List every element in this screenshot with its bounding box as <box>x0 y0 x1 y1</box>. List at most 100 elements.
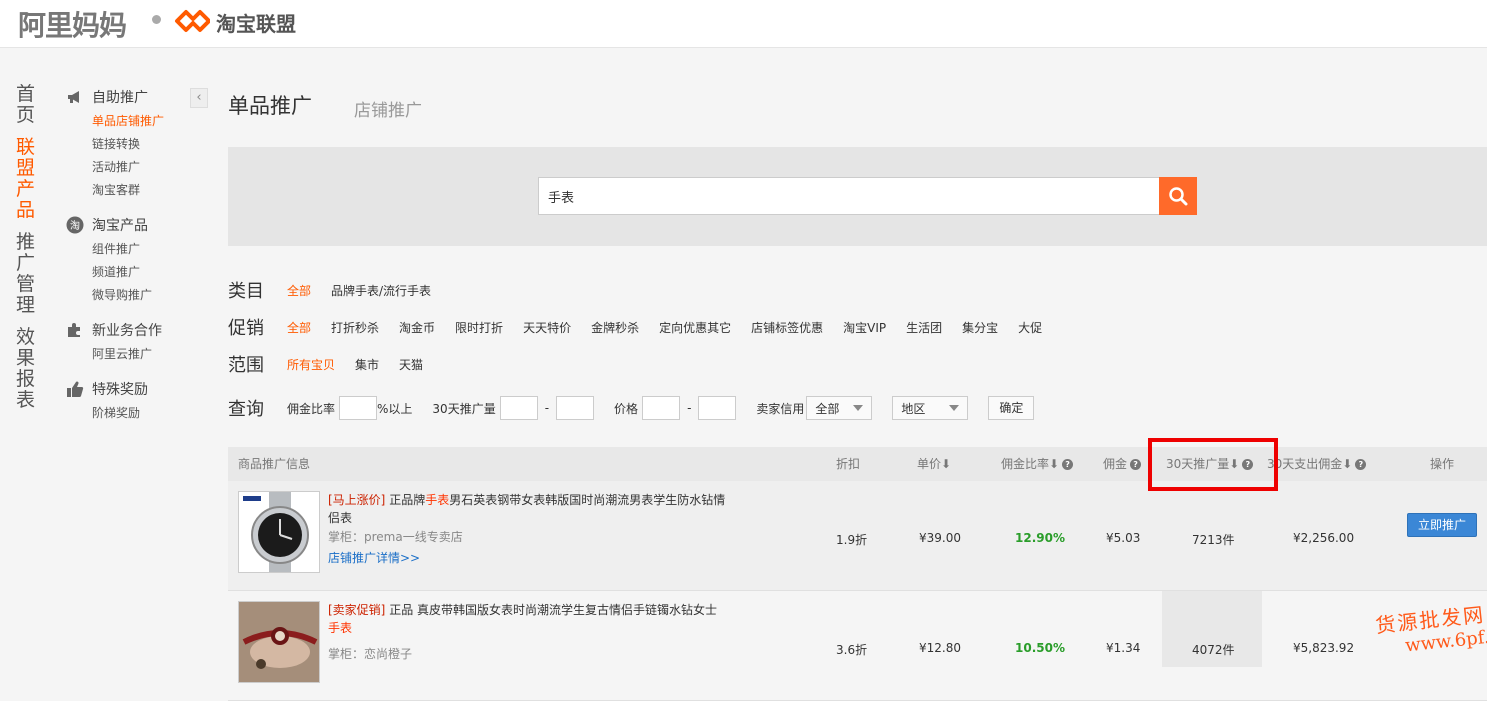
secondary-nav: 自助推广 单品店铺推广 链接转换 活动推广 淘宝客群 淘 淘宝产品 组件推广 频… <box>66 84 206 435</box>
filter-label: 范围 <box>228 355 264 376</box>
product-title[interactable]: [卖家促销] 正品 真皮带韩国版女表时尚潮流学生复古情侣手链镯水钻女士手表 <box>328 601 728 637</box>
nav-union-products[interactable]: 联盟产品 <box>16 137 38 221</box>
primary-nav: 首页 联盟产品 推广管理 效果报表 <box>16 84 40 422</box>
filter-option[interactable]: 店铺标签优惠 <box>751 319 823 336</box>
filter-option[interactable]: 天天特价 <box>523 319 571 336</box>
help-icon[interactable]: ? <box>1130 458 1142 470</box>
col-30day-spend[interactable]: 30天支出佣金⬇? <box>1267 447 1367 481</box>
sales-max-input[interactable] <box>556 396 595 420</box>
filter-category-row: 类目 全部 品牌手表/流行手表 <box>228 276 451 304</box>
sidebar-item-taoke-group[interactable]: 淘宝客群 <box>66 179 206 202</box>
commission-rate-label: 佣金比率 <box>287 401 336 416</box>
shop-promo-details-link[interactable]: 店铺推广详情>> <box>328 549 420 566</box>
sales-value: 4072件 <box>1192 643 1235 657</box>
tab-single-promo[interactable]: 单品推广 <box>228 90 312 120</box>
shop-name[interactable]: 掌柜：prema一线专卖店 <box>328 528 463 545</box>
search-panel <box>228 147 1487 246</box>
sidebar-item-tier-reward[interactable]: 阶梯奖励 <box>66 402 206 425</box>
sidebar-item-single-shop-promo[interactable]: 单品店铺推广 <box>66 110 206 133</box>
sidebar-item-widget-promo[interactable]: 组件推广 <box>66 238 206 261</box>
filter-option[interactable]: 品牌手表/流行手表 <box>331 282 431 299</box>
filter-option[interactable]: 所有宝贝 <box>287 356 335 373</box>
filter-option[interactable]: 金牌秒杀 <box>591 319 639 336</box>
filter-option[interactable]: 限时打折 <box>455 319 503 336</box>
nav-group-title: 特殊奖励 <box>92 382 148 398</box>
nav-group-title: 淘宝产品 <box>92 218 148 234</box>
sidebar-item-activity-promo[interactable]: 活动推广 <box>66 156 206 179</box>
discount-value: 1.9折 <box>836 533 868 547</box>
thumbs-up-icon <box>66 380 84 398</box>
col-info: 商品推广信息 <box>238 457 311 471</box>
filter-option[interactable]: 淘宝VIP <box>843 319 886 336</box>
filter-label: 查询 <box>228 399 264 420</box>
price-value: ¥39.00 <box>919 531 961 545</box>
filter-query-row: 查询 佣金比率 %以上 30天推广量 - 价格 - 卖家信用 全部 地区 确定 <box>228 394 1035 422</box>
chevron-down-icon <box>949 405 960 411</box>
collapse-sidebar-button[interactable]: ‹ <box>190 88 208 108</box>
confirm-button[interactable]: 确定 <box>988 396 1035 420</box>
filter-option[interactable]: 生活团 <box>906 319 942 336</box>
price-min-input[interactable] <box>642 396 681 420</box>
filter-option[interactable]: 大促 <box>1018 319 1042 336</box>
table-row: [马上涨价] 正品牌手表男石英表钢带女表韩版国时尚潮流男表学生防水钻情侣表 掌柜… <box>228 481 1487 591</box>
puzzle-icon <box>66 321 84 339</box>
nav-home[interactable]: 首页 <box>16 84 38 126</box>
filter-option[interactable]: 天猫 <box>399 356 423 373</box>
help-icon[interactable]: ? <box>1355 458 1367 470</box>
commission-rate-input[interactable] <box>339 396 378 420</box>
product-title[interactable]: [马上涨价] 正品牌手表男石英表钢带女表韩版国时尚潮流男表学生防水钻情侣表 <box>328 491 728 527</box>
price-value: ¥12.80 <box>919 641 961 655</box>
sidebar-item-micro-guide[interactable]: 微导购推广 <box>66 284 206 307</box>
search-input[interactable] <box>538 177 1160 215</box>
seller-credit-select[interactable]: 全部 <box>806 396 873 420</box>
discount-value: 3.6折 <box>836 643 868 657</box>
commission-value: ¥1.34 <box>1106 641 1141 655</box>
filter-option[interactable]: 全部 <box>287 282 311 299</box>
filter-option[interactable]: 集分宝 <box>962 319 998 336</box>
nav-group-new-business: 新业务合作 阿里云推广 <box>66 317 206 366</box>
taobao-union-logo-icon <box>175 10 210 32</box>
filter-option[interactable]: 定向优惠其它 <box>659 319 731 336</box>
search-button[interactable] <box>1159 177 1197 215</box>
filter-option[interactable]: 打折秒杀 <box>331 319 379 336</box>
sales-volume-label: 30天推广量 <box>432 401 496 416</box>
nav-group-title: 新业务合作 <box>92 323 162 339</box>
filter-option[interactable]: 全部 <box>287 319 311 336</box>
nav-group-taobao-products: 淘 淘宝产品 组件推广 频道推广 微导购推广 <box>66 212 206 307</box>
range-dash: - <box>544 401 550 415</box>
price-max-input[interactable] <box>698 396 737 420</box>
search-icon <box>1169 187 1188 206</box>
commission-value: ¥5.03 <box>1106 531 1141 545</box>
help-icon[interactable]: ? <box>1062 458 1074 470</box>
filter-option[interactable]: 淘金币 <box>399 319 435 336</box>
promote-now-button[interactable]: 立即推广 <box>1407 513 1477 537</box>
table-header: 商品推广信息 折扣 单价⬇ 佣金比率⬇? 佣金? 30天推广量⬇? 30天支出佣… <box>228 447 1487 481</box>
col-commission-rate[interactable]: 佣金比率⬇? <box>1001 447 1074 481</box>
table-row: [卖家促销] 正品 真皮带韩国版女表时尚潮流学生复古情侣手链镯水钻女士手表 掌柜… <box>228 591 1487 701</box>
region-select[interactable]: 地区 <box>892 396 969 420</box>
nav-group-special-rewards: 特殊奖励 阶梯奖励 <box>66 376 206 425</box>
commission-rate-value: 10.50% <box>1015 641 1065 655</box>
sales-min-input[interactable] <box>499 396 538 420</box>
top-bar: 阿里妈妈 淘宝联盟 <box>0 0 1487 48</box>
nav-reports[interactable]: 效果报表 <box>16 327 38 411</box>
col-price[interactable]: 单价⬇ <box>917 447 951 481</box>
tab-shop-promo[interactable]: 店铺推广 <box>354 96 422 121</box>
product-thumbnail[interactable] <box>238 601 320 683</box>
alimama-logo[interactable]: 阿里妈妈 <box>18 4 127 44</box>
product-thumbnail[interactable] <box>238 491 320 573</box>
sidebar-item-aliyun-promo[interactable]: 阿里云推广 <box>66 343 206 366</box>
nav-promotion-management[interactable]: 推广管理 <box>16 232 38 316</box>
taobao-icon: 淘 <box>66 216 84 234</box>
col-commission: 佣金? <box>1103 447 1142 481</box>
commission-rate-suffix: %以上 <box>377 401 413 416</box>
price-label: 价格 <box>614 401 639 416</box>
chevron-down-icon <box>853 405 864 411</box>
sidebar-item-channel-promo[interactable]: 频道推广 <box>66 261 206 284</box>
taobao-union-brand[interactable]: 淘宝联盟 <box>216 8 296 37</box>
sidebar-item-link-convert[interactable]: 链接转换 <box>66 133 206 156</box>
spend-value: ¥2,256.00 <box>1293 531 1355 545</box>
shop-name[interactable]: 掌柜：恋尚橙子 <box>328 645 412 662</box>
filter-option[interactable]: 集市 <box>355 356 379 373</box>
svg-text:淘: 淘 <box>70 219 80 232</box>
